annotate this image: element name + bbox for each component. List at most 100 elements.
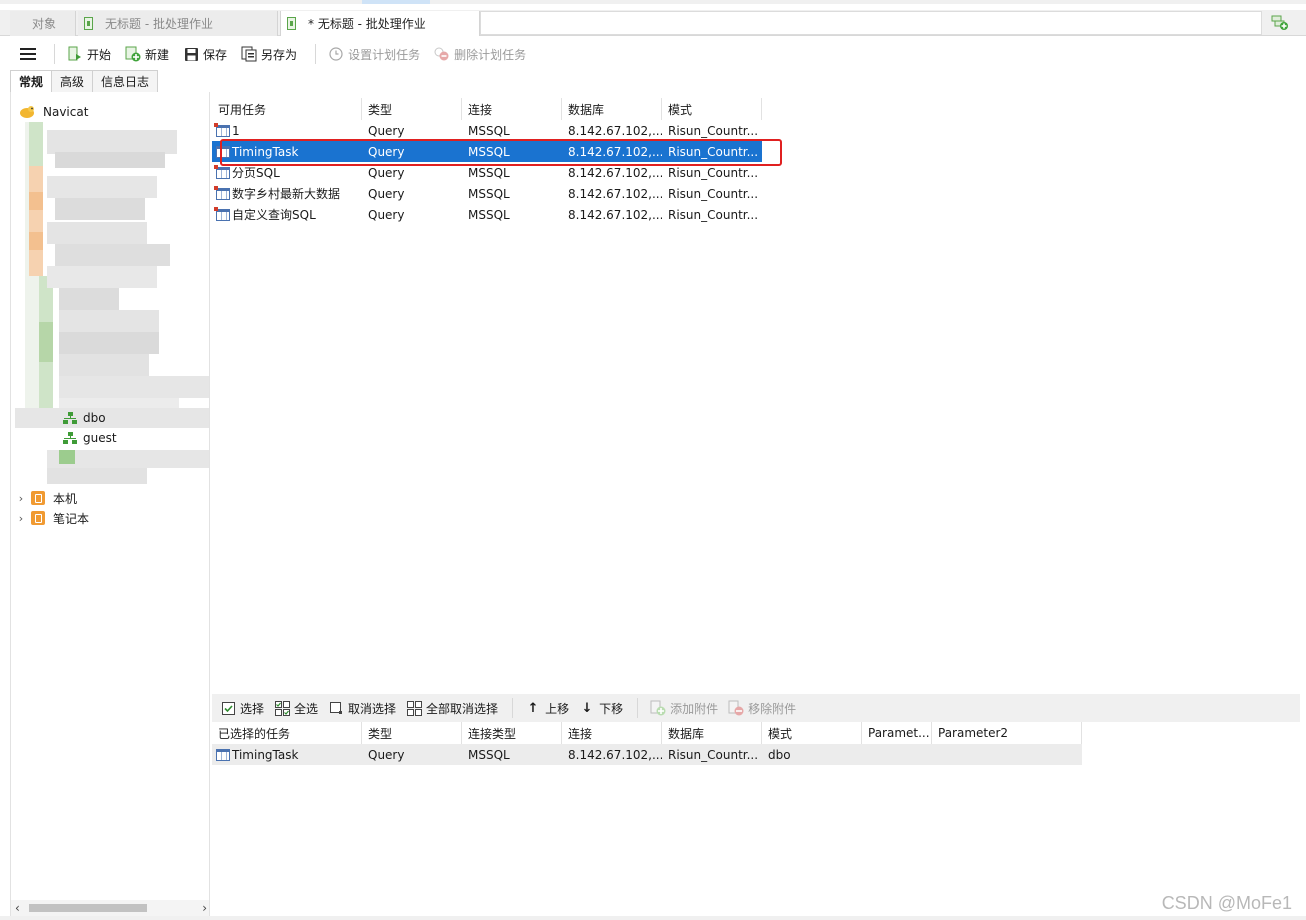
column-header[interactable]: Paramet... [862,722,932,744]
tree-root-label: Navicat [43,105,89,119]
new-tab-button[interactable] [1270,14,1290,32]
tree-schema-guest-label: guest [83,431,117,445]
arrow-up-icon: ↑ [527,700,539,716]
navicat-icon [20,106,34,118]
task-parameter2[interactable] [932,744,1082,765]
save-as-label: 另存为 [261,47,298,62]
task-name: TimingTask [232,747,299,762]
menu-active-item[interactable] [362,0,430,4]
task-connection: MSSQL [462,141,562,162]
tree-schema-dbo[interactable]: dbo [63,408,106,428]
table-row[interactable]: 数字乡村最新大数据 Query MSSQL 8.142.67.102,... R… [212,183,762,204]
schema-icon [63,411,77,425]
delete-schedule-label: 删除计划任务 [454,47,527,62]
subtab-message-log[interactable]: 信息日志 [92,70,159,92]
column-header[interactable]: 模式 [662,98,762,120]
column-header[interactable]: 数据库 [662,722,762,744]
app-window: 对象 无标题 - 批处理作业 * 无标题 - 批处理作业 开始 新建 保存 另存… [0,0,1306,920]
add-attachment-icon [650,700,666,716]
deselect-button[interactable]: 取消选择 [324,696,400,720]
select-button[interactable]: 选择 [216,696,268,720]
task-database: 8.142.67.102,... [562,141,662,162]
checkbox-empty-icon [328,700,344,716]
task-database: 8.142.67.102,... [568,207,662,222]
delete-schedule-button[interactable]: 删除计划任务 [430,42,530,66]
column-header[interactable]: 已选择的任务 [212,722,362,744]
task-type: Query [362,141,462,162]
task-name: 1 [232,123,240,138]
set-schedule-label: 设置计划任务 [348,47,421,62]
task-type: Query [368,207,405,222]
tab-batch-job-1[interactable]: 无标题 - 批处理作业 [78,11,278,36]
subtab-bar: 常规 高级 信息日志 [10,70,159,92]
add-attachment-label: 添加附件 [670,701,719,716]
new-icon [125,46,141,62]
tree-connection-local-label: 本机 [53,491,78,506]
remove-attachment-button[interactable]: 移除附件 [724,696,800,720]
tab-bar-empty-area [480,11,1262,35]
save-label: 保存 [203,47,228,62]
batch-job-icon [84,17,93,30]
column-header[interactable]: 类型 [362,98,462,120]
column-header[interactable]: 连接 [562,722,662,744]
connection-tree[interactable]: Navicat dbo guest › 本机 › 笔记本 ‹ › [10,92,210,916]
column-header[interactable]: Parameter2 [932,722,1082,744]
table-row[interactable]: 自定义查询SQL Query MSSQL 8.142.67.102,... Ri… [212,204,762,225]
new-button[interactable]: 新建 [121,42,173,66]
save-button[interactable]: 保存 [179,42,231,66]
table-row[interactable]: TimingTask Query MSSQL 8.142.67.102,... … [212,744,1082,765]
start-button[interactable]: 开始 [63,42,115,66]
move-up-button[interactable]: ↑ 上移 [521,696,573,720]
start-label: 开始 [87,47,112,62]
tab-bar: 对象 无标题 - 批处理作业 * 无标题 - 批处理作业 [0,10,1306,36]
add-attachment-button[interactable]: 添加附件 [646,696,722,720]
task-name: 分页SQL [232,166,280,180]
query-icon [216,748,230,761]
schema-icon [63,431,77,445]
move-down-button[interactable]: ↓ 下移 [575,696,627,720]
menu-icon[interactable] [20,48,36,60]
new-tab-icon [1271,15,1288,30]
column-header[interactable]: 模式 [762,722,862,744]
scrollbar-thumb[interactable] [29,904,147,912]
column-header[interactable]: 数据库 [562,98,662,120]
column-header[interactable]: 连接 [462,98,562,120]
chevron-right-icon[interactable]: › [15,512,27,525]
set-schedule-button[interactable]: 设置计划任务 [324,42,424,66]
remove-attachment-icon [728,700,744,716]
task-parameter1[interactable] [862,744,932,765]
table-row-selected[interactable]: TimingTask Query MSSQL 8.142.67.102,... … [212,141,762,162]
select-all-button[interactable]: 全选 [270,696,322,720]
deselect-all-button[interactable]: 全部取消选择 [402,696,502,720]
task-connection: MSSQL [468,207,510,222]
column-header[interactable]: 类型 [362,722,462,744]
scroll-right-icon[interactable]: › [202,901,207,915]
chevron-right-icon[interactable]: › [15,492,27,505]
toolbar-separator [54,44,55,64]
column-header[interactable]: 连接类型 [462,722,562,744]
task-name: 数字乡村最新大数据 [232,187,341,201]
task-schema: Risun_Countr... [668,207,759,222]
tree-connection-notebook[interactable]: › 笔记本 [15,508,89,528]
scroll-left-icon[interactable]: ‹ [15,901,20,915]
save-as-button[interactable]: 另存为 [237,42,301,66]
main-toolbar: 开始 新建 保存 另存为 设置计划任务 删除计划任务 [10,38,1300,70]
tree-connection-local[interactable]: › 本机 [15,488,77,508]
tree-connection-notebook-label: 笔记本 [53,511,90,526]
save-as-icon [241,46,257,62]
table-row[interactable]: 1 Query MSSQL 8.142.67.102,... Risun_Cou… [212,120,762,141]
task-type: Query [368,123,405,138]
tree-root-navicat[interactable]: Navicat [19,102,88,122]
tree-horizontal-scrollbar[interactable]: ‹ › [11,900,209,916]
subtab-general[interactable]: 常规 [10,70,53,92]
status-bar [0,916,1306,920]
column-header[interactable]: 可用任务 [212,98,362,120]
tree-schema-guest[interactable]: guest [63,428,117,448]
deselect-all-label: 全部取消选择 [426,701,499,716]
tab-objects[interactable]: 对象 [10,11,76,36]
subtab-advanced[interactable]: 高级 [51,70,94,92]
table-row[interactable]: 分页SQL Query MSSQL 8.142.67.102,... Risun… [212,162,762,183]
remove-attachment-label: 移除附件 [748,701,797,716]
tab-batch-job-2[interactable]: * 无标题 - 批处理作业 [280,11,480,36]
available-tasks-grid: 可用任务 类型 连接 数据库 模式 1 Query MSSQL 8.142.67… [212,98,762,225]
